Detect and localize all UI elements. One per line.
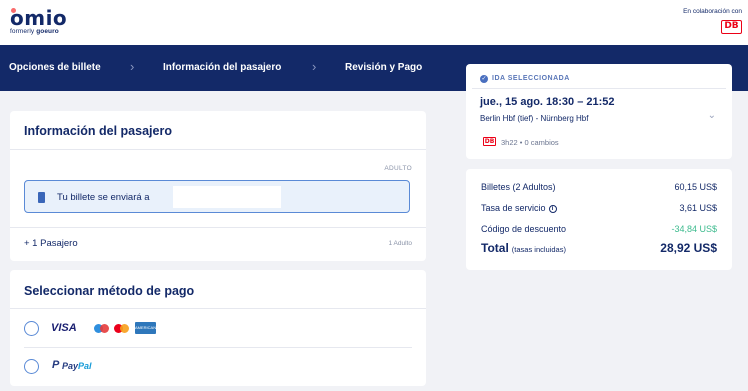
trip-duration: 3h22 • 0 cambios: [501, 138, 559, 147]
passenger-info-card: Información del pasajero ADULTO Tu bille…: [10, 111, 426, 261]
chevron-right-icon: ›: [130, 59, 135, 74]
passenger-category: ADULTO: [384, 165, 412, 172]
price-label: Billetes (2 Adultos): [481, 182, 556, 192]
step-review-payment[interactable]: Revisión y Pago: [345, 62, 422, 73]
price-summary-card: Billetes (2 Adultos) 60,15 US$ Tasa de s…: [466, 169, 732, 270]
paypal-radio[interactable]: [24, 359, 39, 374]
divider: [472, 88, 726, 89]
price-row: Tasa de servicio i 3,61 US$: [481, 203, 717, 213]
trip-route: Berlin Hbf (tief) - Nürnberg Hbf: [480, 114, 589, 123]
total-row: Total (tasas incluidas) 28,92 US$: [481, 241, 717, 255]
add-passenger-button[interactable]: + 1 Pasajero: [24, 238, 78, 249]
ticket-icon: [38, 192, 45, 203]
price-value: 3,61 US$: [679, 203, 717, 213]
paypal-logo: PayPal: [62, 361, 92, 371]
step-passenger-info[interactable]: Información del pasajero: [163, 62, 281, 73]
trip-date-time: jue., 15 ago. 18:30 – 21:52: [480, 96, 615, 108]
passenger-card-title: Información del pasajero: [24, 124, 172, 138]
trip-status: IDA SELECCIONADA: [492, 75, 570, 82]
price-row: Código de descuento -34,84 US$: [481, 224, 717, 234]
visa-logo: VISA: [51, 322, 77, 334]
top-header: omio formerly goeuro En colaboración con…: [0, 0, 748, 45]
divider: [10, 149, 426, 150]
omio-logo[interactable]: omio formerly goeuro: [10, 6, 68, 35]
logo-text: omio: [10, 6, 68, 30]
trip-summary-card[interactable]: ✓ IDA SELECCIONADA jue., 15 ago. 18:30 –…: [466, 64, 732, 159]
payment-card-title: Seleccionar método de pago: [24, 284, 195, 298]
discount-value: -34,84 US$: [671, 224, 717, 234]
total-note: (tasas incluidas): [511, 245, 566, 254]
price-label: Código de descuento: [481, 224, 567, 234]
chevron-down-icon[interactable]: ⌄: [708, 110, 716, 121]
info-icon[interactable]: i: [548, 204, 557, 213]
check-circle-icon: ✓: [480, 75, 488, 83]
payment-option-paypal[interactable]: P PayPal: [10, 350, 426, 384]
logo-dot: [11, 8, 16, 13]
payment-option-card[interactable]: VISA AMERICAN EXPRESS: [10, 310, 426, 346]
price-value: 60,15 US$: [674, 182, 717, 192]
db-logo: DB: [721, 20, 742, 34]
logo-wordmark: omio: [10, 6, 68, 30]
price-row: Billetes (2 Adultos) 60,15 US$: [481, 182, 717, 192]
divider: [10, 308, 426, 309]
amex-logo: AMERICAN EXPRESS: [135, 322, 156, 342]
price-label: Tasa de servicio: [481, 203, 546, 213]
divider: [24, 347, 412, 348]
ticket-email-field[interactable]: Tu billete se enviará a: [24, 180, 410, 213]
divider: [10, 227, 426, 228]
total-label: Total: [481, 241, 509, 255]
step-ticket-options[interactable]: Opciones de billete: [9, 62, 101, 73]
passenger-count: 1 Adulto: [388, 240, 413, 247]
paypal-icon: P: [52, 359, 60, 371]
email-value-field[interactable]: [173, 186, 281, 208]
db-operator-icon: DB: [483, 137, 496, 146]
ticket-delivery-text: Tu billete se enviará a: [57, 192, 150, 203]
total-value: 28,92 US$: [660, 241, 717, 255]
partner-text: En colaboración con: [683, 8, 742, 15]
partner-block: En colaboración con DB: [683, 8, 742, 34]
chevron-right-icon: ›: [312, 59, 317, 74]
card-radio[interactable]: [24, 321, 39, 336]
payment-method-card: Seleccionar método de pago VISA AMERICAN…: [10, 270, 426, 386]
